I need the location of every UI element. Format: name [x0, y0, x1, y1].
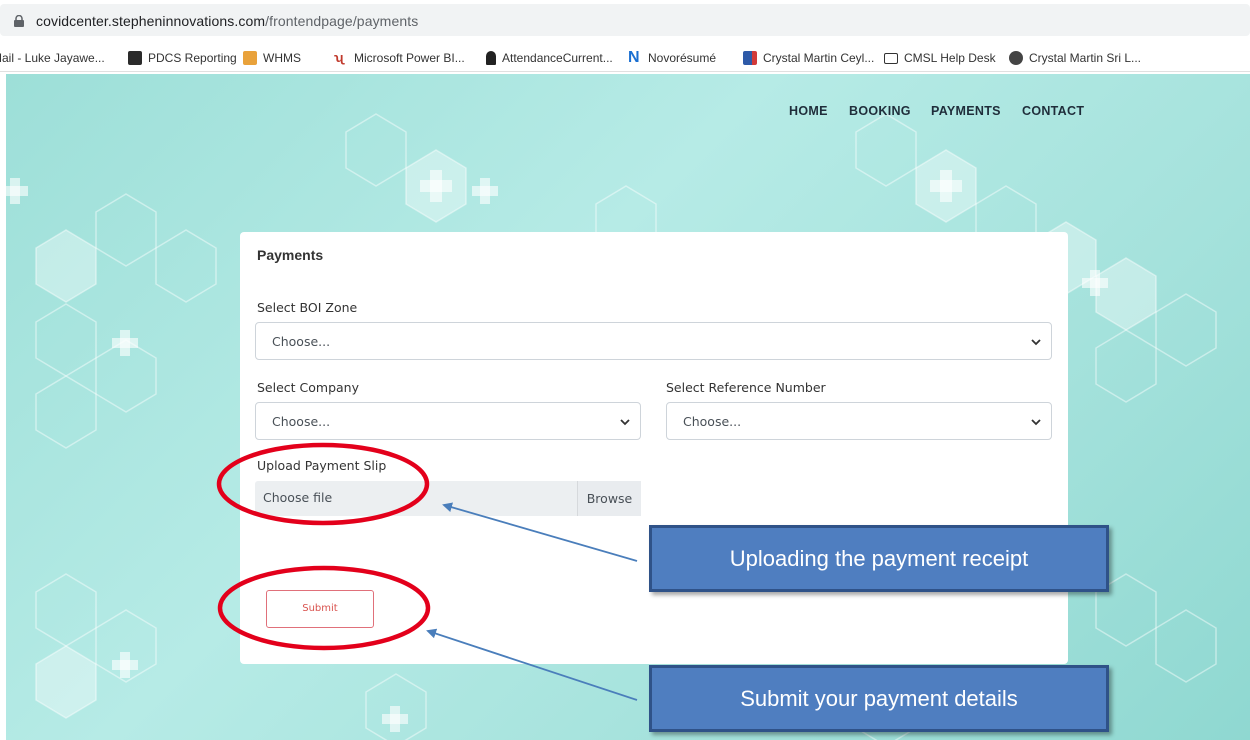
globe-icon: [1009, 51, 1023, 65]
bookmark-crystal-martin-sri-lanka[interactable]: Crystal Martin Sri L...: [1009, 49, 1141, 67]
bookmark-pdcs-reporting[interactable]: PDCS Reporting: [128, 49, 237, 67]
nav-booking[interactable]: BOOKING: [849, 104, 911, 118]
bookmark-crystal-martin-ceylon[interactable]: Crystal Martin Ceyl...: [743, 49, 874, 67]
bookmark-whms[interactable]: WHMS: [243, 49, 301, 67]
url-host: covidcenter.stepheninnovations.com: [36, 13, 266, 29]
bookmarks-bar: Mail - Luke Jayawe... PDCS Reporting WHM…: [0, 42, 1250, 72]
chart-icon: [128, 51, 142, 65]
nav-payments[interactable]: PAYMENTS: [931, 104, 1001, 118]
person-icon: [486, 51, 496, 65]
reference-label: Select Reference Number: [666, 380, 826, 395]
url-path: /frontendpage/payments: [265, 13, 419, 29]
boi-zone-select[interactable]: Choose...: [255, 322, 1052, 360]
bookmark-label: Mail - Luke Jayawe...: [0, 51, 105, 65]
building-icon: [243, 51, 257, 65]
upload-label: Upload Payment Slip: [257, 458, 387, 473]
bookmark-novoresume[interactable]: N Novorésumé: [628, 49, 716, 67]
screen: covidcenter.stepheninnovations.com/front…: [0, 0, 1250, 740]
bookmark-attendance[interactable]: AttendanceCurrent...: [486, 49, 613, 67]
reference-value: Choose...: [683, 414, 742, 429]
browser-address-bar: covidcenter.stepheninnovations.com/front…: [0, 0, 1250, 42]
bookmark-label: Microsoft Power BI...: [354, 51, 465, 65]
top-navigation: HOME BOOKING PAYMENTS CONTACT: [6, 104, 1250, 124]
submit-button[interactable]: Submit: [266, 590, 374, 628]
helpdesk-icon: [884, 52, 898, 64]
powerbi-icon: ʯ: [334, 50, 344, 65]
payment-slip-file-input[interactable]: Choose file Browse: [255, 481, 641, 516]
page-background: HOME BOOKING PAYMENTS CONTACT Payments S…: [6, 74, 1250, 740]
company-label: Select Company: [257, 380, 360, 395]
browse-button[interactable]: Browse: [577, 481, 641, 516]
url-box[interactable]: covidcenter.stepheninnovations.com/front…: [0, 4, 1250, 36]
chevron-down-icon: [1031, 339, 1041, 346]
payments-form-card: Payments Select BOI Zone Choose... Selec…: [240, 232, 1068, 664]
bookmark-label: Novorésumé: [648, 51, 717, 65]
bookmark-label: AttendanceCurrent...: [502, 51, 613, 65]
company-select[interactable]: Choose...: [255, 402, 641, 440]
crystal-martin-icon: [743, 51, 757, 65]
bookmark-label: PDCS Reporting: [148, 51, 237, 65]
nav-home[interactable]: HOME: [789, 104, 828, 118]
chevron-down-icon: [620, 419, 630, 426]
bookmark-cmsl-help-desk[interactable]: CMSL Help Desk: [884, 49, 996, 67]
nav-contact[interactable]: CONTACT: [1022, 104, 1084, 118]
novoresume-icon: N: [628, 49, 640, 66]
bookmark-label: CMSL Help Desk: [904, 51, 996, 65]
bookmark-label: WHMS: [263, 51, 301, 65]
submit-callout: Submit your payment details: [649, 665, 1109, 732]
lock-icon: [14, 15, 24, 27]
form-title: Payments: [257, 247, 324, 263]
bookmark-power-bi[interactable]: ʯ Microsoft Power BI...: [334, 49, 465, 67]
url-text[interactable]: covidcenter.stepheninnovations.com/front…: [36, 13, 418, 29]
chevron-down-icon: [1031, 419, 1041, 426]
company-value: Choose...: [272, 414, 331, 429]
reference-number-select[interactable]: Choose...: [666, 402, 1052, 440]
file-input-value: Choose file: [263, 490, 333, 505]
boi-zone-value: Choose...: [272, 334, 331, 349]
bookmark-label: Crystal Martin Ceyl...: [763, 51, 875, 65]
upload-callout: Uploading the payment receipt: [649, 525, 1109, 592]
bookmark-mail[interactable]: Mail - Luke Jayawe...: [0, 49, 105, 67]
boi-zone-label: Select BOI Zone: [257, 300, 358, 315]
bookmark-label: Crystal Martin Sri L...: [1029, 51, 1142, 65]
